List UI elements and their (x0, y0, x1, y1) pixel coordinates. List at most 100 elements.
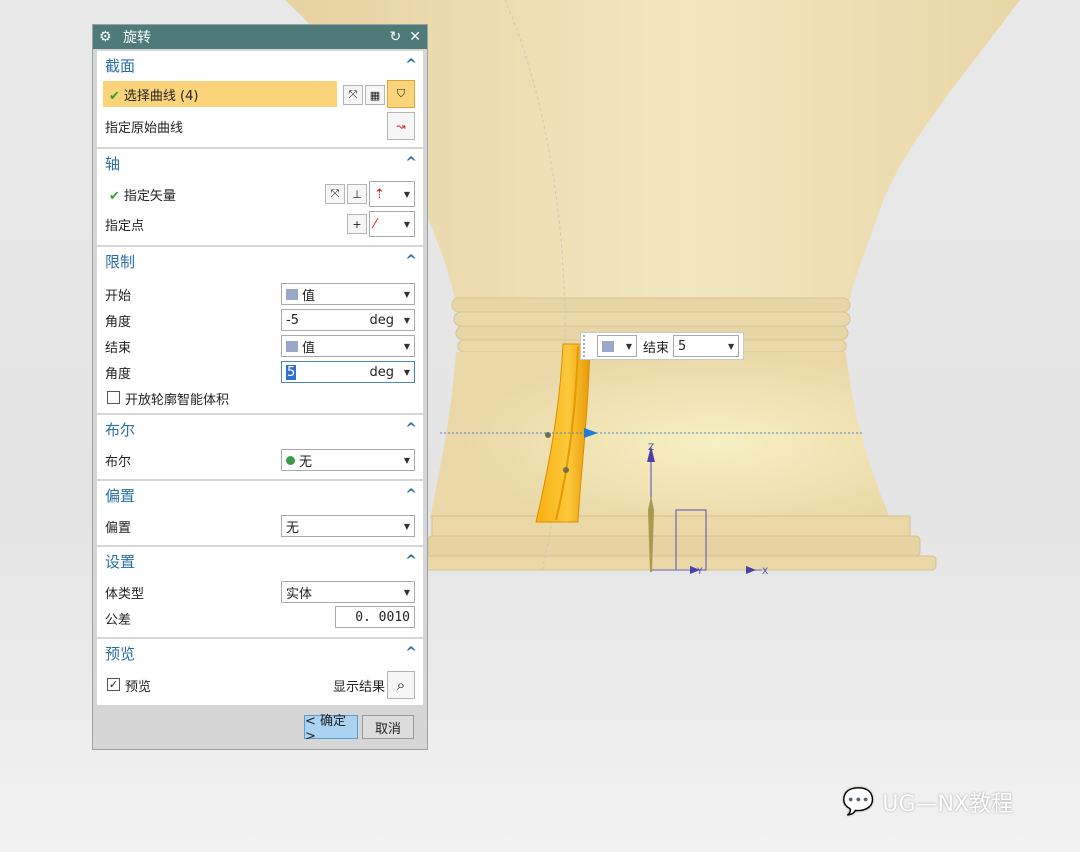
chevron-down-icon: ▼ (403, 587, 411, 597)
vector-type-dropdown[interactable]: ⇡ ▼ (369, 181, 415, 207)
end-label: 结束 (105, 340, 132, 356)
point-type-dropdown[interactable]: ⁄ ▼ (369, 211, 415, 237)
ok-button[interactable]: < 确定 > (304, 714, 358, 744)
open-profile-checkbox[interactable] (107, 391, 120, 404)
section-curve-title: 截面 (105, 56, 136, 75)
floater-end-label: 结束 (643, 340, 670, 356)
collapse-icon[interactable]: ^ (405, 57, 417, 73)
check-icon: ✔ (109, 88, 120, 104)
watermark-text: UG—NX教程 (882, 792, 1014, 817)
section-offset-header[interactable]: 偏置 ^ (97, 481, 423, 509)
start-angle-row: 角度 -5 deg ▼ (97, 307, 423, 333)
tolerance-input[interactable]: 0. 0010 (335, 606, 415, 628)
boolean-dropdown[interactable]: 无 ▼ (281, 449, 415, 471)
start-angle-label: 角度 (105, 314, 132, 330)
floater-mode-dropdown[interactable]: ▼ (597, 335, 637, 357)
body-type-row: 体类型 实体 ▼ (97, 579, 423, 605)
start-angle-input[interactable]: -5 deg ▼ (281, 309, 415, 331)
section-limits-header[interactable]: 限制 ^ (97, 247, 423, 275)
section-limits-title: 限制 (105, 252, 136, 271)
open-profile-label: 开放轮廓智能体积 (125, 392, 230, 408)
section-axis-header[interactable]: 轴 ^ (97, 149, 423, 177)
dialog-titlebar[interactable]: ⚙ 旋转 ↻ ✕ (93, 25, 427, 49)
reverse-direction-button[interactable]: ⤧ (325, 184, 345, 204)
collapse-icon[interactable]: ^ (405, 645, 417, 661)
section-axis-title: 轴 (105, 154, 121, 173)
floater-end-value[interactable]: 5 ▼ (673, 335, 740, 357)
tolerance-label: 公差 (105, 612, 132, 628)
floater-grip[interactable] (583, 335, 591, 357)
start-angle-unit: deg (369, 312, 394, 328)
wcs-y-label: Y (696, 567, 703, 577)
model-ring-1 (451, 297, 851, 313)
open-profile-row[interactable]: 开放轮廓智能体积 (97, 385, 423, 411)
section-boolean-header[interactable]: 布尔 ^ (97, 415, 423, 443)
value-icon (286, 340, 298, 352)
section-settings-header[interactable]: 设置 ^ (97, 547, 423, 575)
model-base-1 (431, 515, 911, 537)
chevron-down-icon: ▼ (403, 289, 411, 299)
wechat-icon: 💬 (842, 787, 875, 817)
end-type-dropdown[interactable]: 值 ▼ (281, 335, 415, 357)
reset-icon[interactable]: ↻ (390, 29, 402, 45)
collapse-icon[interactable]: ^ (405, 253, 417, 269)
specify-point-row[interactable]: 指定点 + ⁄ ▼ (97, 211, 423, 237)
chevron-down-icon: ▼ (403, 521, 411, 531)
specify-vector-row[interactable]: ✔ 指定矢量 ⤧ ⊥ ⇡ ▼ (97, 181, 423, 207)
point-icon: ⁄ (374, 216, 377, 232)
select-curve-button[interactable]: ⛉ (387, 80, 415, 108)
model-base-3 (425, 555, 937, 571)
preview-row: ✓ 预览 显示结果 ⌕ (97, 671, 423, 699)
section-settings: 设置 ^ 体类型 实体 ▼ 公差 0. 0010 (97, 547, 423, 637)
offset-label: 偏置 (105, 520, 132, 536)
start-type-dropdown[interactable]: 值 ▼ (281, 283, 415, 305)
close-icon[interactable]: ✕ (409, 29, 421, 45)
collapse-icon[interactable]: ^ (405, 487, 417, 503)
section-preview-header[interactable]: 预览 ^ (97, 639, 423, 667)
offset-row: 偏置 无 ▼ (97, 513, 423, 539)
section-settings-title: 设置 (105, 552, 136, 571)
preview-handle-2 (563, 467, 569, 473)
value-icon (602, 340, 614, 352)
boolean-label: 布尔 (105, 454, 132, 470)
revolve-dialog: ⚙ 旋转 ↻ ✕ 截面 ^ ✔ 选择曲线 (4) ⤧ ▦ ⛉ 指定原始曲线 ↝ 轴… (92, 24, 428, 750)
body-type-label: 体类型 (105, 586, 145, 602)
specify-origin-curve-label: 指定原始曲线 (105, 120, 184, 136)
specify-origin-curve-row[interactable]: 指定原始曲线 ↝ (97, 111, 423, 141)
show-result-label: 显示结果 (333, 679, 386, 695)
preview-checkbox[interactable]: ✓ (107, 678, 120, 691)
start-row: 开始 值 ▼ (97, 281, 423, 307)
end-angle-unit: deg (369, 364, 394, 380)
vector-dialog-button[interactable]: ⊥ (347, 184, 367, 204)
curve-rule-button[interactable]: ⤧ (343, 85, 363, 105)
end-angle-input[interactable]: 5 deg ▼ (281, 361, 415, 383)
chevron-down-icon: ▼ (403, 455, 411, 465)
collapse-icon[interactable]: ^ (405, 421, 417, 437)
select-curve-row[interactable]: ✔ 选择曲线 (4) ⤧ ▦ ⛉ (97, 79, 423, 109)
vector-icon: ⇡ (374, 186, 385, 202)
sketch-section-button[interactable]: ▦ (365, 85, 385, 105)
chevron-down-icon: ▼ (727, 341, 735, 351)
offset-dropdown[interactable]: 无 ▼ (281, 515, 415, 537)
check-icon: ✔ (109, 188, 120, 204)
point-dialog-button[interactable]: + (347, 214, 367, 234)
origin-curve-button[interactable]: ↝ (387, 112, 415, 140)
body-type-dropdown[interactable]: 实体 ▼ (281, 581, 415, 603)
model-ring-2 (453, 311, 851, 327)
chevron-down-icon: ▼ (403, 219, 411, 229)
section-curve-header[interactable]: 截面 ^ (97, 51, 423, 79)
end-angle-row: 角度 5 deg ▼ (97, 359, 423, 385)
boolean-none-icon (286, 455, 295, 465)
collapse-icon[interactable]: ^ (405, 155, 417, 171)
gear-icon[interactable]: ⚙ (99, 29, 117, 45)
show-result-button[interactable]: ⌕ (387, 671, 415, 699)
wcs-z-label: Z (648, 443, 654, 453)
value-icon (286, 288, 298, 300)
chevron-down-icon[interactable]: ▼ (400, 368, 414, 377)
chevron-down-icon[interactable]: ▼ (400, 316, 414, 325)
cancel-button[interactable]: 取消 (362, 715, 414, 739)
specify-vector-label: 指定矢量 (123, 188, 176, 204)
section-boolean-title: 布尔 (105, 420, 136, 439)
specify-point-label: 指定点 (105, 218, 145, 234)
collapse-icon[interactable]: ^ (405, 553, 417, 569)
